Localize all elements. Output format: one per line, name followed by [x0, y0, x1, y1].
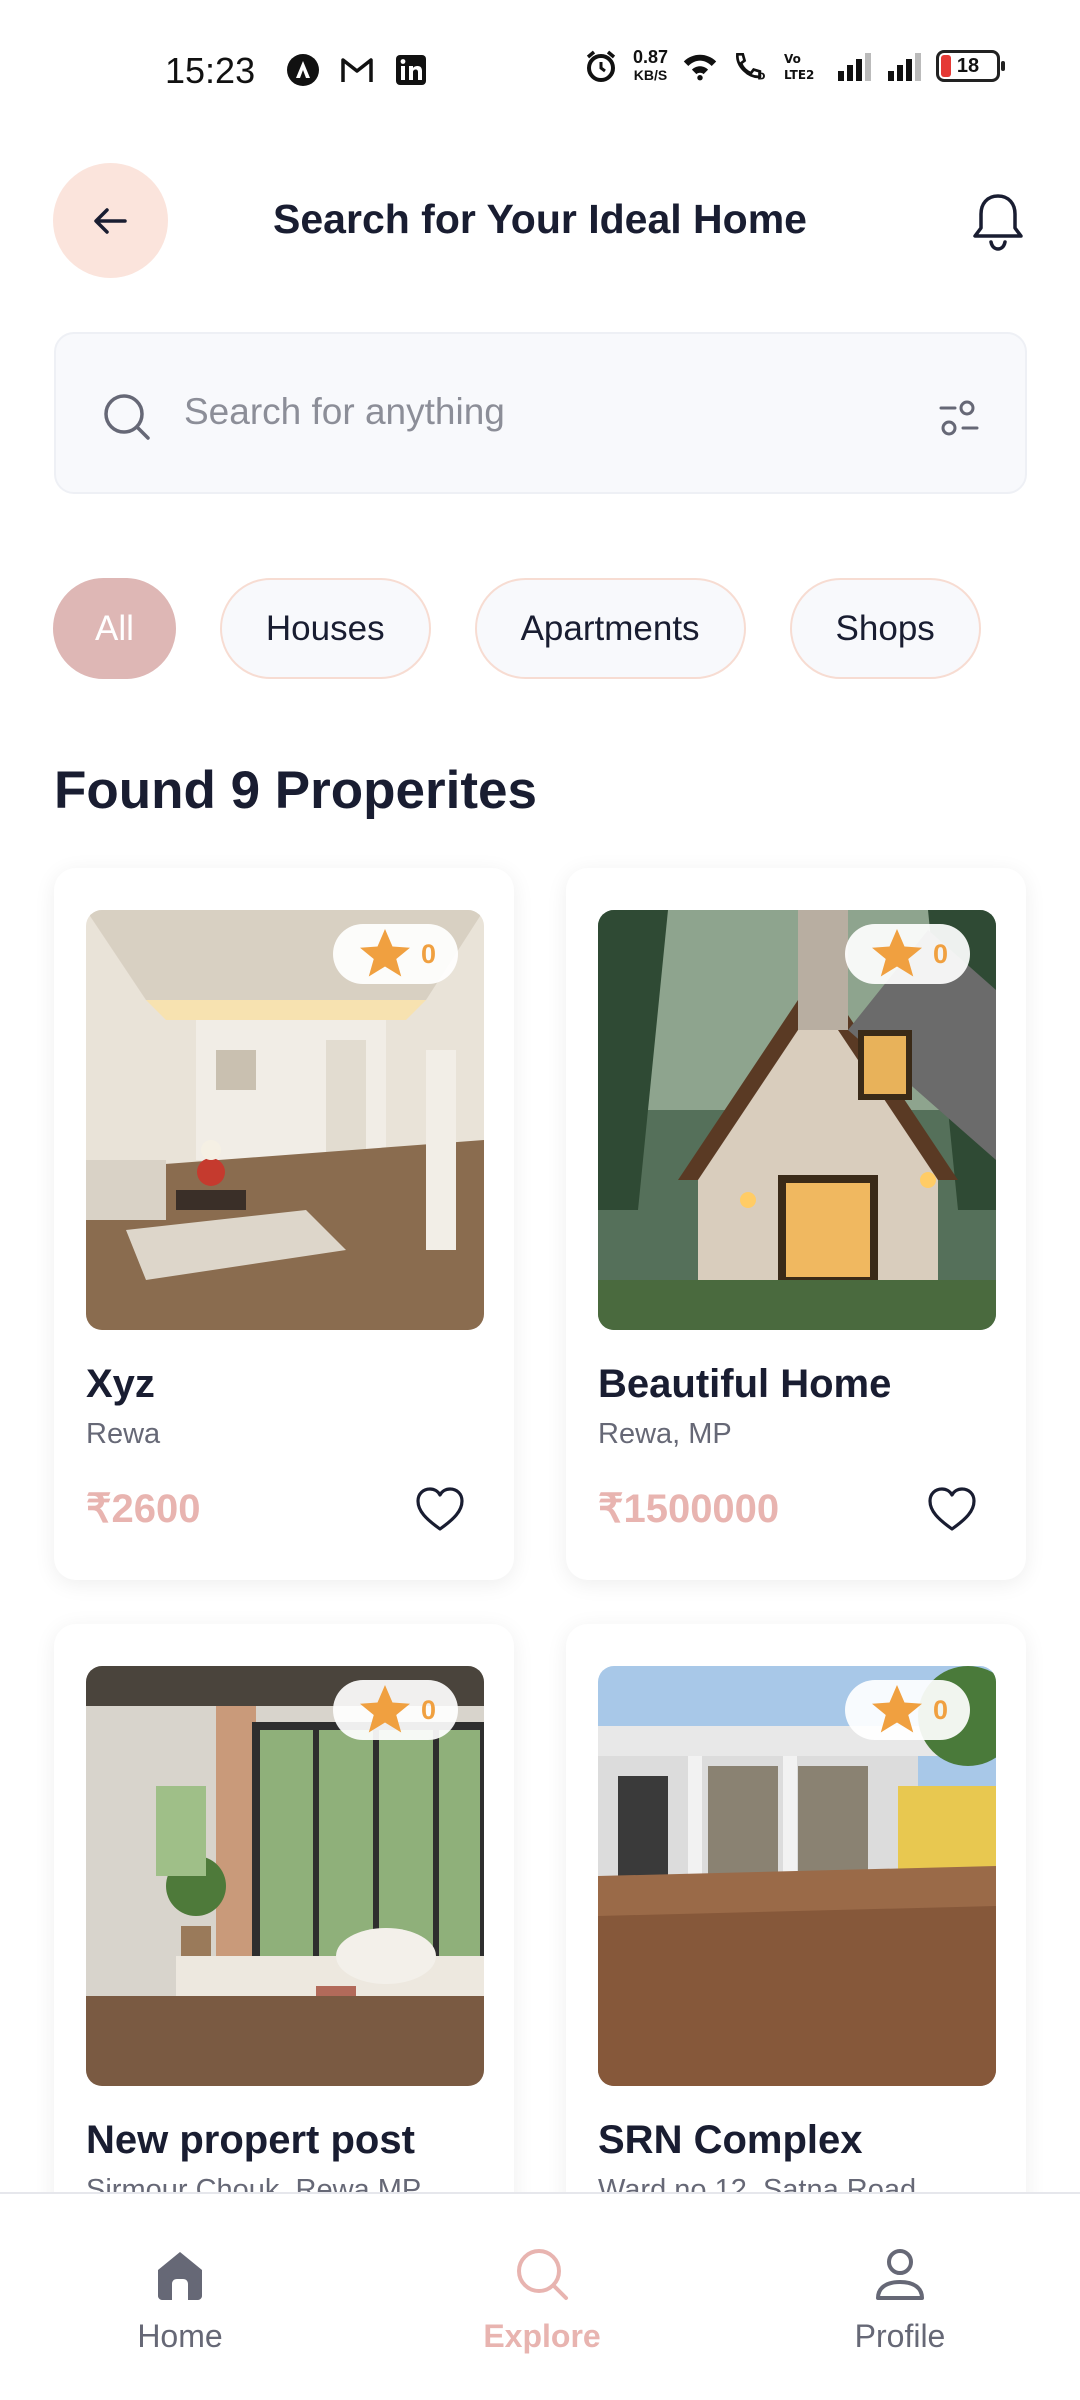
- property-location: Rewa, MP: [598, 1418, 732, 1450]
- heart-icon[interactable]: [926, 1484, 978, 1536]
- property-card[interactable]: 0 SRN Complex Ward no 12, Satna Road: [566, 1624, 1026, 2224]
- property-name: SRN Complex: [598, 2118, 863, 2162]
- property-image: 0: [598, 1666, 996, 2086]
- volte-icon: Vo LTE2: [782, 48, 822, 84]
- notification-button[interactable]: [962, 185, 1034, 257]
- heart-icon[interactable]: [414, 1484, 466, 1536]
- status-bar: 15:23 0.87 KB/S D Vo LTE2 18: [0, 0, 1080, 140]
- linkedin-icon: [393, 52, 429, 88]
- rating-badge: 0: [332, 924, 458, 984]
- page-title: Search for Your Ideal Home: [273, 196, 807, 242]
- nav-home[interactable]: Home: [80, 2194, 280, 2355]
- chip-all[interactable]: All: [53, 578, 176, 679]
- search-bar: [54, 332, 1027, 494]
- property-image: 0: [86, 910, 484, 1330]
- network-speed: 0.87 KB/S: [632, 47, 668, 83]
- star-icon: [871, 1685, 922, 1733]
- property-name: New propert post: [86, 2118, 415, 2162]
- property-card[interactable]: 0 Beautiful Home Rewa, MP ₹1500000: [566, 868, 1026, 1580]
- bottom-navigation: Home Explore Profile: [0, 2192, 1080, 2400]
- search-icon: [104, 394, 150, 440]
- property-location: Rewa: [86, 1418, 161, 1450]
- chip-shops[interactable]: Shops: [789, 578, 981, 679]
- star-icon: [359, 929, 410, 977]
- results-heading: Found 9 Properites: [54, 761, 537, 820]
- rating-badge: 0: [844, 924, 970, 984]
- property-name: Beautiful Home: [598, 1362, 892, 1406]
- status-time: 15:23: [165, 50, 256, 91]
- wifi-icon: [682, 48, 718, 84]
- nav-profile[interactable]: Profile: [800, 2194, 1000, 2355]
- bell-icon: [973, 194, 1023, 251]
- svg-text:LTE2: LTE2: [784, 68, 814, 82]
- signal-1-icon: [836, 48, 872, 84]
- property-card[interactable]: 0 New propert post Sirmour Chouk, Rewa M…: [54, 1624, 514, 2224]
- gmail-icon: [339, 52, 375, 88]
- nav-explore[interactable]: Explore: [442, 2194, 642, 2355]
- chip-houses[interactable]: Houses: [219, 578, 431, 679]
- rating-badge: 0: [332, 1680, 458, 1740]
- home-icon: [158, 2252, 202, 2300]
- svg-text:D: D: [757, 72, 765, 83]
- property-image: 0: [86, 1666, 484, 2086]
- property-name: Xyz: [86, 1362, 155, 1406]
- battery-indicator: 18: [936, 50, 1005, 82]
- search-input[interactable]: [184, 382, 864, 442]
- property-price: ₹2600: [86, 1487, 201, 1531]
- property-card[interactable]: 0 Xyz Rewa ₹2600: [54, 868, 514, 1580]
- star-icon: [359, 1685, 410, 1733]
- svg-text:Vo: Vo: [784, 52, 801, 66]
- filter-icon[interactable]: [937, 396, 981, 440]
- chip-apartments[interactable]: Apartments: [474, 578, 746, 679]
- app-notification-icon: [285, 52, 321, 88]
- star-icon: [871, 929, 922, 977]
- property-price: ₹1500000: [598, 1487, 780, 1531]
- wifi-calling-icon: D: [732, 48, 768, 84]
- property-image: 0: [598, 910, 996, 1330]
- category-filters: All Houses Apartments Shops: [53, 578, 981, 679]
- search-icon: [517, 2249, 568, 2300]
- rating-badge: 0: [844, 1680, 970, 1740]
- user-icon: [876, 2249, 924, 2300]
- alarm-icon: [583, 48, 619, 84]
- signal-2-icon: [886, 48, 922, 84]
